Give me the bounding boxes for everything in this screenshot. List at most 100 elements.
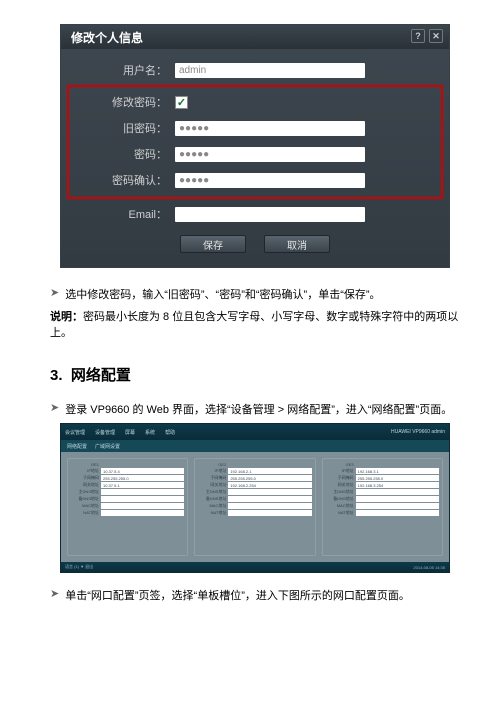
username-input[interactable]: admin	[175, 63, 365, 78]
net-tab-row: 网络配置 广域网设置	[61, 440, 449, 452]
field-input[interactable]: 192.168.3.254	[356, 482, 439, 488]
field-input[interactable]: 255.255.255.0	[101, 475, 184, 481]
port-name: GE2	[198, 462, 226, 467]
note-text: 密码最小长度为 8 位且包含大写字母、小写字母、数字或特殊字符中的两项以上。	[50, 311, 458, 339]
step-1-text: 选中修改密码，输入“旧密码”、“密码”和“密码确认”，单击“保存”。	[65, 286, 380, 302]
nav-item[interactable]: 设备管理	[95, 429, 115, 436]
cancel-button[interactable]: 取消	[264, 235, 330, 253]
field-label: 网关地址	[326, 482, 354, 488]
field-label: 备DNS地址	[326, 496, 354, 502]
password-note: 说明：密码最小长度为 8 位且包含大写字母、小写字母、数字或特殊字符中的两项以上…	[50, 308, 460, 340]
field-input[interactable]: 255.255.255.0	[228, 475, 311, 481]
net-field-row: 网关地址192.168.3.254	[326, 482, 439, 488]
heading-number: 3.	[50, 367, 63, 384]
field-input[interactable]: 192.168.2.254	[228, 482, 311, 488]
field-input[interactable]	[356, 496, 439, 502]
step-3-text: 单击“网口配置”页签，选择“单板槽位”，进入下图所示的网口配置页面。	[65, 587, 410, 603]
password-confirm-label: 密码确认：	[75, 172, 175, 188]
field-label: 备DNS地址	[71, 496, 99, 502]
field-label: MAC地址	[71, 503, 99, 509]
net-footer: 语言 (1) ▼ 退出 2014-08-05 14:35	[61, 562, 449, 572]
net-field-row: 网关地址10.37.5.1	[71, 482, 184, 488]
field-input[interactable]	[228, 503, 311, 509]
step-1: ➤ 选中修改密码，输入“旧密码”、“密码”和“密码确认”，单击“保存”。	[50, 286, 460, 302]
password-highlight-box: 修改密码： 旧密码： ●●●●● 密码： ●●●●● 密码确认： ●●●●●	[67, 85, 443, 199]
change-password-label: 修改密码：	[75, 94, 175, 110]
field-input[interactable]	[228, 489, 311, 495]
net-topbar: 会议管理 设备管理 屏幕 系统 帮助 HUAWEI VP9660 admin	[61, 424, 449, 440]
change-password-checkbox[interactable]	[175, 96, 188, 109]
dialog-titlebar: 修改个人信息 ? ✕	[61, 25, 449, 49]
field-label: 网关地址	[198, 482, 226, 488]
network-config-screenshot: 会议管理 设备管理 屏幕 系统 帮助 HUAWEI VP9660 admin 网…	[60, 423, 450, 573]
field-input[interactable]: 10.37.5.4	[101, 468, 184, 474]
net-body: GE1IP地址10.37.5.4子网掩码255.255.255.0网关地址10.…	[61, 452, 449, 562]
nav-item[interactable]: 屏幕	[125, 429, 135, 436]
field-input[interactable]	[101, 503, 184, 509]
nav-item[interactable]: 系统	[145, 429, 155, 436]
net-field-row: 主DNS地址	[71, 489, 184, 495]
net-field-row: MAC地址	[71, 503, 184, 509]
net-field-row: IP地址192.168.2.1	[198, 468, 311, 474]
nav-item[interactable]: 会议管理	[65, 429, 85, 436]
save-button[interactable]: 保存	[180, 235, 246, 253]
net-field-row: 子网掩码255.255.255.0	[326, 475, 439, 481]
net-field-row: 子网掩码255.255.255.0	[198, 475, 311, 481]
heading-text: 网络配置	[71, 367, 131, 384]
dialog-body: 用户名： admin 修改密码： 旧密码： ●●●●● 密码： ●●●●● 密码…	[61, 49, 449, 267]
field-input[interactable]	[228, 510, 311, 516]
chevron-right-icon: ➤	[50, 286, 59, 302]
chevron-right-icon: ➤	[50, 587, 59, 603]
step-2-text: 登录 VP9660 的 Web 界面，选择“设备管理 > 网络配置”，进入“网络…	[65, 401, 452, 417]
field-input[interactable]	[356, 503, 439, 509]
field-input[interactable]	[228, 496, 311, 502]
footer-left[interactable]: 语言 (1) ▼ 退出	[65, 564, 93, 570]
net-field-row: MAC地址	[326, 503, 439, 509]
net-field-row: 主DNS地址	[326, 489, 439, 495]
field-input[interactable]: 192.168.3.1	[356, 468, 439, 474]
net-field-row: 网关地址192.168.2.254	[198, 482, 311, 488]
titlebar-icons: ? ✕	[411, 29, 443, 43]
net-port-column: GE1IP地址10.37.5.4子网掩码255.255.255.0网关地址10.…	[67, 458, 188, 556]
email-input[interactable]	[175, 207, 365, 222]
field-label: NAT地址	[326, 510, 354, 516]
step-3: ➤ 单击“网口配置”页签，选择“单板槽位”，进入下图所示的网口配置页面。	[50, 587, 460, 603]
field-label: IP地址	[326, 468, 354, 474]
net-field-row: IP地址10.37.5.4	[71, 468, 184, 474]
password-confirm-input[interactable]: ●●●●●	[175, 173, 365, 188]
old-password-input[interactable]: ●●●●●	[175, 121, 365, 136]
net-field-row: 备DNS地址	[198, 496, 311, 502]
net-field-row: NAT地址	[198, 510, 311, 516]
field-label: 主DNS地址	[71, 489, 99, 495]
modify-personal-info-dialog: 修改个人信息 ? ✕ 用户名： admin 修改密码： 旧密码： ●●●●● 密…	[60, 24, 450, 268]
net-field-row: IP地址192.168.3.1	[326, 468, 439, 474]
field-input[interactable]: 255.255.255.0	[356, 475, 439, 481]
old-password-label: 旧密码：	[75, 120, 175, 136]
footer-right: 2014-08-05 14:35	[413, 565, 445, 570]
field-label: NAT地址	[198, 510, 226, 516]
field-label: 备DNS地址	[198, 496, 226, 502]
net-port-column: GE2IP地址192.168.2.1子网掩码255.255.255.0网关地址1…	[194, 458, 315, 556]
field-input[interactable]	[101, 496, 184, 502]
field-input[interactable]	[101, 510, 184, 516]
username-label: 用户名：	[75, 62, 175, 78]
field-input[interactable]: 10.37.5.1	[101, 482, 184, 488]
tab-wan-settings[interactable]: 广域网设置	[95, 443, 120, 450]
tab-network-config[interactable]: 网络配置	[67, 443, 87, 450]
net-field-row: 主DNS地址	[198, 489, 311, 495]
device-user-label: HUAWEI VP9660 admin	[391, 429, 445, 435]
password-input[interactable]: ●●●●●	[175, 147, 365, 162]
port-name: GE3	[326, 462, 354, 467]
field-input[interactable]	[101, 489, 184, 495]
field-label: IP地址	[198, 468, 226, 474]
close-icon[interactable]: ✕	[429, 29, 443, 43]
field-label: 子网掩码	[326, 475, 354, 481]
field-input[interactable]	[356, 510, 439, 516]
help-icon[interactable]: ?	[411, 29, 425, 43]
net-field-row: MAC地址	[198, 503, 311, 509]
field-input[interactable]	[356, 489, 439, 495]
field-input[interactable]: 192.168.2.1	[228, 468, 311, 474]
field-label: MAC地址	[198, 503, 226, 509]
net-field-row: 备DNS地址	[71, 496, 184, 502]
nav-item[interactable]: 帮助	[165, 429, 175, 436]
